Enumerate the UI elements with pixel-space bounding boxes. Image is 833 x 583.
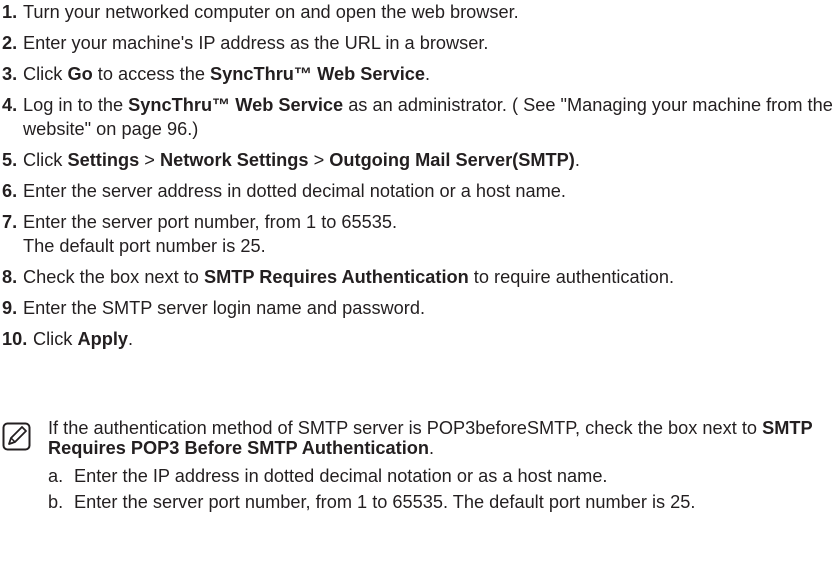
step-number: 6. [2,181,18,201]
text-run: . [128,329,134,349]
step-text: Enter the server address in dotted decim… [23,179,833,203]
step-text: Click Settings > Network Settings > Outg… [23,148,833,172]
text-run: If the authentication method of SMTP ser… [48,418,763,438]
text-run: > [308,150,330,170]
bold-term: SyncThru™ Web Service [128,95,344,115]
step-item: 5. Click Settings > Network Settings > Ou… [0,148,833,172]
step-text: Click Apply. [33,327,833,351]
step-item: 2. Enter your machine's IP address as the… [0,31,833,55]
text-run: Click [23,150,68,170]
bold-term: SMTP Requires Authentication [203,267,469,287]
step-text: Enter the SMTP server login name and pas… [23,296,833,320]
text-run: . [574,150,580,170]
step-item: 4. Log in to the SyncThru™ Web Service as… [0,93,833,141]
step-number: 8. [2,267,18,287]
text-run: Turn your networked computer on and open… [23,2,519,22]
substep-item: b. Enter the server port number, from 1 t… [48,492,833,512]
step-number: 5. [2,150,18,170]
substep-text: Enter the IP address in dotted decimal n… [74,466,608,486]
step-item: 3. Click Go to access the SyncThru™ Web S… [0,62,833,86]
step-text: Enter the server port number, from 1 to … [23,210,833,258]
step-number: 10. [2,329,28,349]
text-run: Click [23,64,68,84]
substep-text: Enter the server port number, from 1 to … [74,492,696,512]
bold-term: Network Settings [159,150,309,170]
text-run: to access the [92,64,211,84]
text-run: Click [33,329,78,349]
text-run: > [139,150,160,170]
text-run: The default port number is 25. [23,236,266,256]
text-run: Log in to the [23,95,129,115]
step-number: 3. [2,64,18,84]
text-run: Enter your machine's IP address as the U… [23,33,489,53]
note-pencil-icon [2,422,31,451]
text-run: Enter the server address in dotted decim… [23,181,566,201]
step-text: Click Go to access the SyncThru™ Web Ser… [23,62,833,86]
note-text: If the authentication method of SMTP ser… [48,418,833,458]
step-text: Check the box next to SMTP Requires Auth… [23,265,833,289]
step-item: 6. Enter the server address in dotted dec… [0,179,833,203]
step-text: Log in to the SyncThru™ Web Service as a… [23,93,833,141]
step-item: 8. Check the box next to SMTP Requires Au… [0,265,833,289]
bold-term: Go [67,64,93,84]
note-block: If the authentication method of SMTP ser… [0,418,833,518]
step-number: 1. [2,2,18,22]
step-text: Turn your networked computer on and open… [23,0,833,24]
step-text: Enter your machine's IP address as the U… [23,31,833,55]
step-number: 9. [2,298,18,318]
bold-term: SyncThru™ Web Service [210,64,425,84]
text-run: . [424,64,431,84]
text-run: to require authentication. [468,267,674,287]
procedure-steps: 1. Turn your networked computer on and op… [0,0,833,358]
text-run: . [429,438,435,458]
text-run: Enter the server port number, from 1 to … [23,212,398,232]
bold-term: Apply [77,329,128,349]
note-substeps: a. Enter the IP address in dotted decimal… [48,466,833,512]
step-item: 1. Turn your networked computer on and op… [0,0,833,24]
step-item: 9. Enter the SMTP server login name and p… [0,296,833,320]
text-run: Enter the SMTP server login name and pas… [23,298,426,318]
substep-letter: b. [48,492,64,512]
substep-letter: a. [48,466,64,486]
bold-term: Outgoing Mail Server(SMTP) [329,150,575,170]
text-run: Check the box next to [23,267,204,287]
document-page: 1. Turn your networked computer on and op… [0,0,833,583]
step-number: 7. [2,212,18,232]
step-number: 2. [2,33,18,53]
substep-item: a. Enter the IP address in dotted decimal… [48,466,833,486]
bold-term: Settings [67,150,140,170]
step-item: 10. Click Apply. [0,327,833,351]
step-item: 7. Enter the server port number, from 1 t… [0,210,833,258]
step-number: 4. [2,95,18,115]
